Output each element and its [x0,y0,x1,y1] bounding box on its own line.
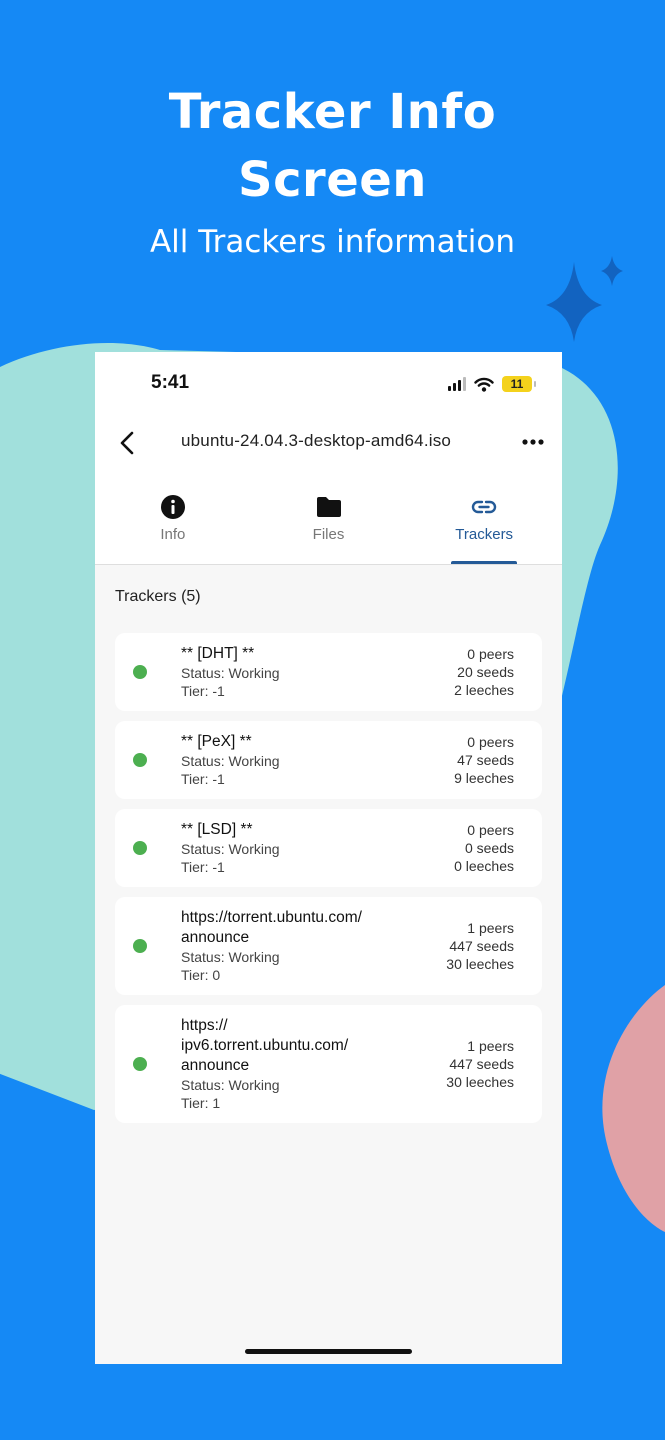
tracker-card[interactable]: https://torrent.ubuntu.com/ announce Sta… [115,897,542,995]
trackers-list: ** [DHT] ** Status: Working Tier: -1 0 p… [115,633,542,1133]
tracker-tier: Tier: -1 [181,683,225,699]
tab-files-label: Files [312,526,345,543]
status-dot-icon [133,1057,147,1071]
tracker-name: ** [PeX] ** [181,733,252,750]
tab-trackers[interactable]: Trackers [406,490,562,564]
tab-bar: Info Files Trackers [95,490,562,564]
tracker-seeds: 47 seeds [457,752,514,768]
tracker-seeds: 447 seeds [449,1056,514,1072]
tracker-card[interactable]: ** [DHT] ** Status: Working Tier: -1 0 p… [115,633,542,711]
status-dot-icon [133,939,147,953]
tracker-leeches: 30 leeches [446,1074,514,1090]
tracker-name: https://torrent.ubuntu.com/ announce [181,909,362,946]
folder-icon [316,497,341,517]
more-options-icon[interactable] [520,432,546,452]
phone-screen: 5:41 11 ubuntu-24.04.3-desktop-amd64.iso… [95,352,562,1364]
home-indicator[interactable] [245,1349,412,1354]
info-icon [160,495,185,519]
tracker-leeches: 9 leeches [454,770,514,786]
status-dot-icon [133,841,147,855]
status-dot-icon [133,665,147,679]
tracker-peers: 1 peers [467,920,514,936]
status-icons: 11 [448,374,536,394]
tracker-leeches: 0 leeches [454,858,514,874]
tracker-peers: 1 peers [467,1038,514,1054]
tabs-divider [95,564,562,565]
sparkle-large-icon [546,262,602,342]
tracker-tier: Tier: -1 [181,771,225,787]
tab-trackers-label: Trackers [455,526,514,543]
tracker-leeches: 30 leeches [446,956,514,972]
tracker-status: Status: Working [181,1077,280,1093]
tracker-card[interactable]: ** [LSD] ** Status: Working Tier: -1 0 p… [115,809,542,887]
status-time: 5:41 [151,372,190,393]
tracker-status: Status: Working [181,949,280,965]
hero-subtitle: All Trackers information [149,224,516,260]
wifi-icon [474,377,494,392]
tracker-status: Status: Working [181,841,280,857]
tracker-name: ** [LSD] ** [181,821,253,838]
tab-info-label: Info [160,526,186,543]
tracker-card[interactable]: ** [PeX] ** Status: Working Tier: -1 0 p… [115,721,542,799]
hero-title: Tracker Info Screen [168,84,497,208]
status-dot-icon [133,753,147,767]
battery-indicator: 11 [502,376,536,392]
signal-icon [448,377,466,391]
tracker-leeches: 2 leeches [454,682,514,698]
tracker-seeds: 447 seeds [449,938,514,954]
pink-blob [602,985,665,1232]
trackers-heading: Trackers (5) [115,588,201,605]
tracker-peers: 0 peers [467,646,514,662]
hero-header: Tracker Info Screen All Trackers informa… [0,78,665,264]
tab-info[interactable]: Info [95,490,251,564]
tracker-peers: 0 peers [467,822,514,838]
tracker-seeds: 0 seeds [464,840,514,856]
back-arrow-icon[interactable] [117,430,139,456]
tracker-peers: 0 peers [467,734,514,750]
tracker-seeds: 20 seeds [457,664,514,680]
tracker-tier: Tier: -1 [181,859,225,875]
tracker-tier: Tier: 1 [181,1095,221,1111]
tracker-name: ** [DHT] ** [181,645,255,662]
tracker-tier: Tier: 0 [181,967,221,983]
torrent-title: ubuntu-24.04.3-desktop-amd64.iso [181,431,452,450]
link-icon [472,500,497,514]
tracker-status: Status: Working [181,753,280,769]
tracker-name: https:// ipv6.torrent.ubuntu.com/ announ… [181,1017,349,1074]
tab-files[interactable]: Files [251,490,407,564]
tracker-status: Status: Working [181,665,280,681]
tracker-card[interactable]: https:// ipv6.torrent.ubuntu.com/ announ… [115,1005,542,1123]
